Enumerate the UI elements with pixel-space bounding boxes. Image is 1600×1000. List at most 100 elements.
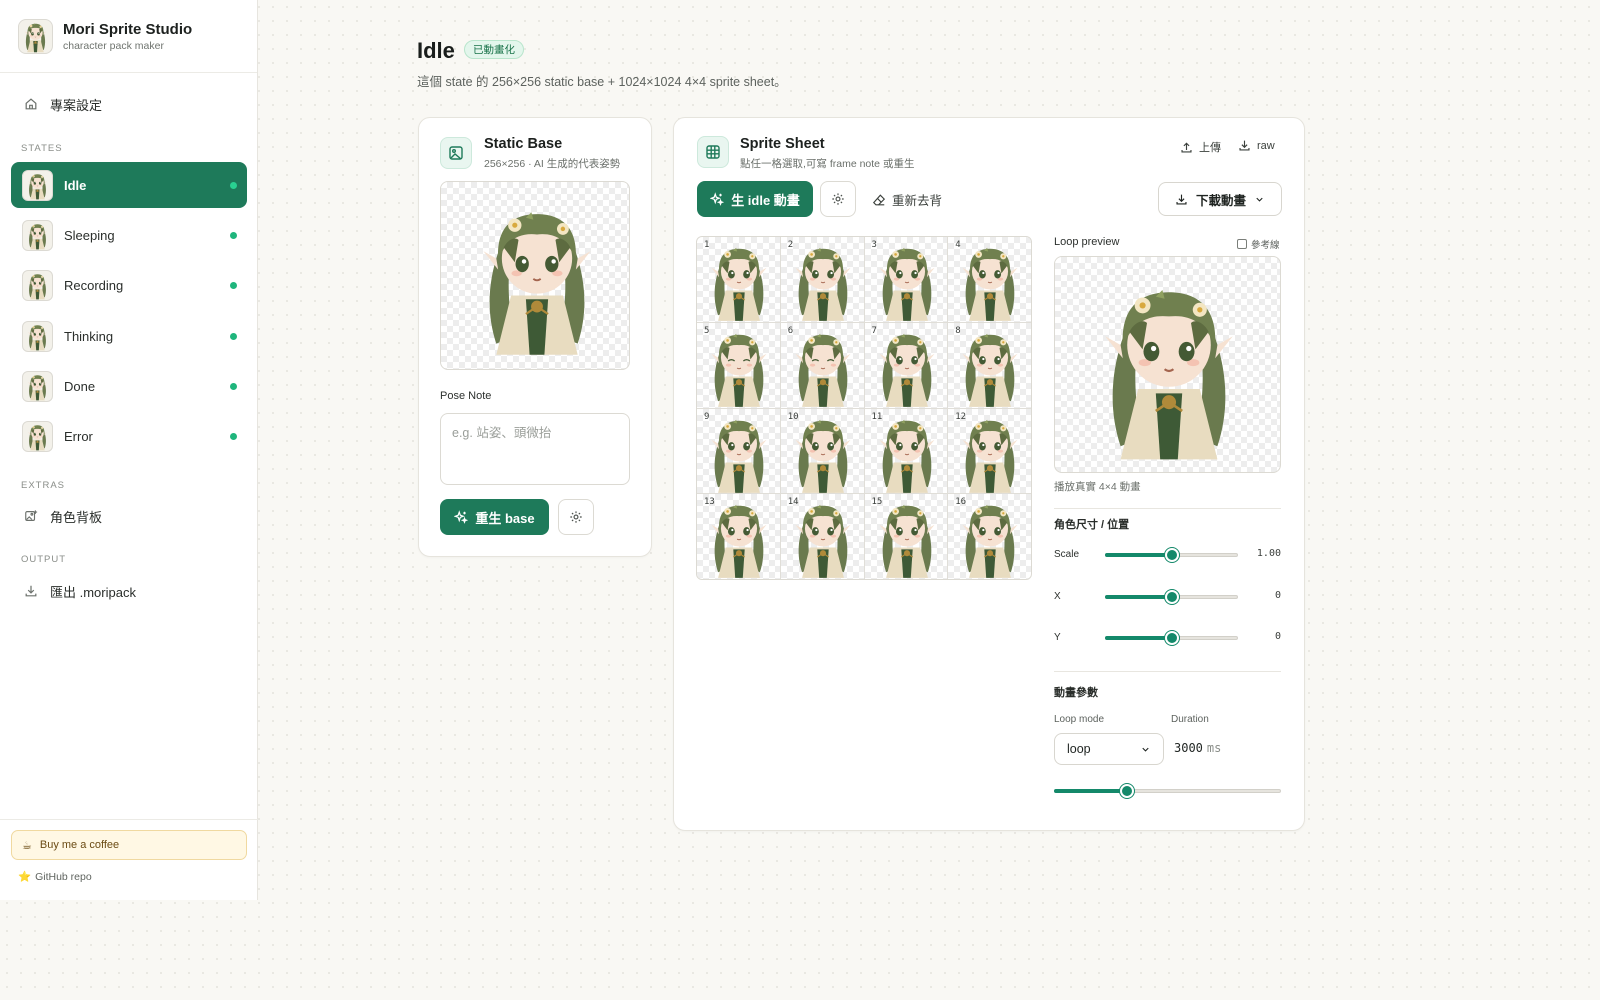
sidebar-state-sleeping[interactable]: Sleeping (11, 212, 247, 258)
sprite-frame[interactable]: 10 (780, 408, 864, 494)
upload-button[interactable]: 上傳 (1180, 139, 1221, 155)
guides-checkbox[interactable]: 參考線 (1237, 237, 1280, 251)
status-dot (230, 231, 237, 239)
sprite-frame[interactable]: 1 (697, 237, 780, 322)
nav-export-moripack[interactable]: 匯出 .moripack (0, 571, 258, 611)
static-base-image[interactable] (440, 181, 630, 370)
frame-number: 6 (787, 325, 794, 336)
sidebar-state-idle[interactable]: Idle (11, 162, 247, 208)
character-sprite (701, 325, 777, 408)
eraser-icon (872, 193, 886, 205)
divider (1054, 508, 1281, 509)
sprite-frame[interactable]: 9 (697, 408, 780, 494)
frame-number: 11 (871, 411, 883, 422)
sprite-frame[interactable]: 5 (697, 322, 780, 408)
character-sprite (952, 496, 1028, 579)
y-slider[interactable] (1105, 630, 1238, 646)
frame-number: 15 (871, 497, 883, 508)
upload-icon (1181, 141, 1192, 153)
status-dot (230, 181, 237, 189)
x-slider[interactable] (1105, 589, 1238, 605)
frame-number: 1 (704, 240, 710, 250)
duration-field[interactable]: 3000 ms (1174, 741, 1221, 755)
frame-number: 4 (955, 240, 961, 250)
base-settings-button[interactable] (558, 499, 594, 535)
divider (1054, 671, 1281, 672)
pose-note-label: Pose Note (440, 390, 492, 402)
frame-number: 3 (871, 240, 877, 250)
sprite-frame[interactable]: 7 (864, 322, 948, 408)
duration-slider[interactable] (1054, 783, 1281, 799)
chevron-down-icon (1142, 747, 1149, 752)
sprite-frame[interactable]: 11 (864, 408, 948, 494)
y-value: 0 (1274, 631, 1281, 642)
sprite-frame[interactable]: 4 (948, 237, 1031, 322)
state-label: Recording (64, 277, 124, 293)
raw-download-button[interactable]: raw (1238, 139, 1275, 152)
static-base-title: Static Base (484, 136, 563, 152)
state-avatar (22, 169, 53, 201)
nav-export-label: 匯出 .moripack (50, 584, 136, 600)
sidebar-state-thinking[interactable]: Thinking (11, 313, 247, 359)
guides-label: 參考線 (1251, 240, 1280, 251)
download-icon (1239, 140, 1250, 151)
sidebar-divider (0, 819, 258, 820)
brand-subtitle: character pack maker (63, 39, 164, 52)
remove-background-label: 重新去背 (892, 194, 943, 208)
sprite-frame[interactable]: 15 (864, 494, 948, 579)
scale-label: Scale (1054, 549, 1080, 560)
scale-slider[interactable] (1105, 547, 1238, 563)
sprite-frame[interactable]: 13 (697, 494, 780, 579)
status-dot (230, 382, 237, 390)
sprite-frame[interactable]: 3 (864, 237, 948, 322)
preview-caption: 播放真實 4×4 動畫 (1054, 481, 1141, 493)
sprite-frame[interactable]: 14 (780, 494, 864, 579)
page-description: 這個 state 的 256×256 static base + 1024×10… (417, 75, 787, 89)
sidebar-state-recording[interactable]: Recording (11, 262, 247, 308)
frame-number: 7 (871, 325, 877, 336)
sprite-frame[interactable]: 8 (948, 322, 1031, 408)
nav-project-settings[interactable]: 專案設定 (0, 84, 258, 124)
pose-note-input[interactable] (440, 413, 630, 485)
brand-title: Mori Sprite Studio (63, 20, 193, 38)
frame-number: 12 (955, 411, 967, 422)
sprite-frame[interactable]: 6 (780, 322, 864, 408)
extras-section-label: EXTRAS (21, 480, 66, 491)
state-avatar (22, 219, 53, 251)
duration-value: 3000 (1174, 741, 1203, 755)
status-badge: 已動畫化 (464, 40, 524, 59)
regenerate-base-button[interactable]: 重生 base (440, 499, 549, 535)
sidebar-state-error[interactable]: Error (11, 413, 247, 459)
character-sprite (785, 496, 861, 579)
nav-project-settings-label: 專案設定 (50, 97, 103, 113)
sparkles-icon (710, 192, 725, 206)
sprite-frame[interactable]: 16 (948, 494, 1031, 579)
remove-background-button[interactable]: 重新去背 (872, 190, 942, 209)
scale-value: 1.00 (1256, 548, 1281, 559)
brand-avatar (18, 18, 53, 54)
generate-idle-animation-button[interactable]: 生 idle 動畫 (697, 181, 813, 217)
frame-number: 9 (704, 411, 710, 422)
frame-number: 8 (955, 325, 961, 336)
output-section-label: OUTPUT (21, 554, 67, 565)
states-section-label: STATES (21, 143, 63, 154)
download-icon (1176, 194, 1187, 205)
download-animation-button[interactable]: 下載動畫 (1158, 182, 1282, 216)
sprite-sheet-title: Sprite Sheet (740, 136, 825, 152)
generate-animation-label: 生 idle 動畫 (731, 192, 800, 208)
sprite-frame[interactable]: 2 (780, 237, 864, 322)
nav-character-board[interactable]: 角色背板 (0, 496, 258, 536)
github-repo-link[interactable]: ⭐ GitHub repo (18, 870, 92, 884)
sprite-frame-grid: 1 2 3 4 5 6 7 8 9 10 11 12 13 14 15 16 (696, 236, 1032, 580)
state-avatar (22, 370, 53, 402)
sprite-frame[interactable]: 12 (948, 408, 1031, 494)
y-label: Y (1054, 632, 1061, 643)
gear-icon (832, 193, 844, 205)
sidebar-state-done[interactable]: Done (11, 363, 247, 409)
loop-preview-canvas[interactable] (1054, 256, 1281, 473)
status-dot (230, 281, 237, 289)
animation-settings-button[interactable] (820, 181, 856, 217)
buy-me-a-coffee-button[interactable]: ☕ Buy me a coffee (11, 830, 247, 860)
character-sprite (952, 411, 1028, 494)
loop-mode-select[interactable]: loop (1054, 733, 1164, 765)
